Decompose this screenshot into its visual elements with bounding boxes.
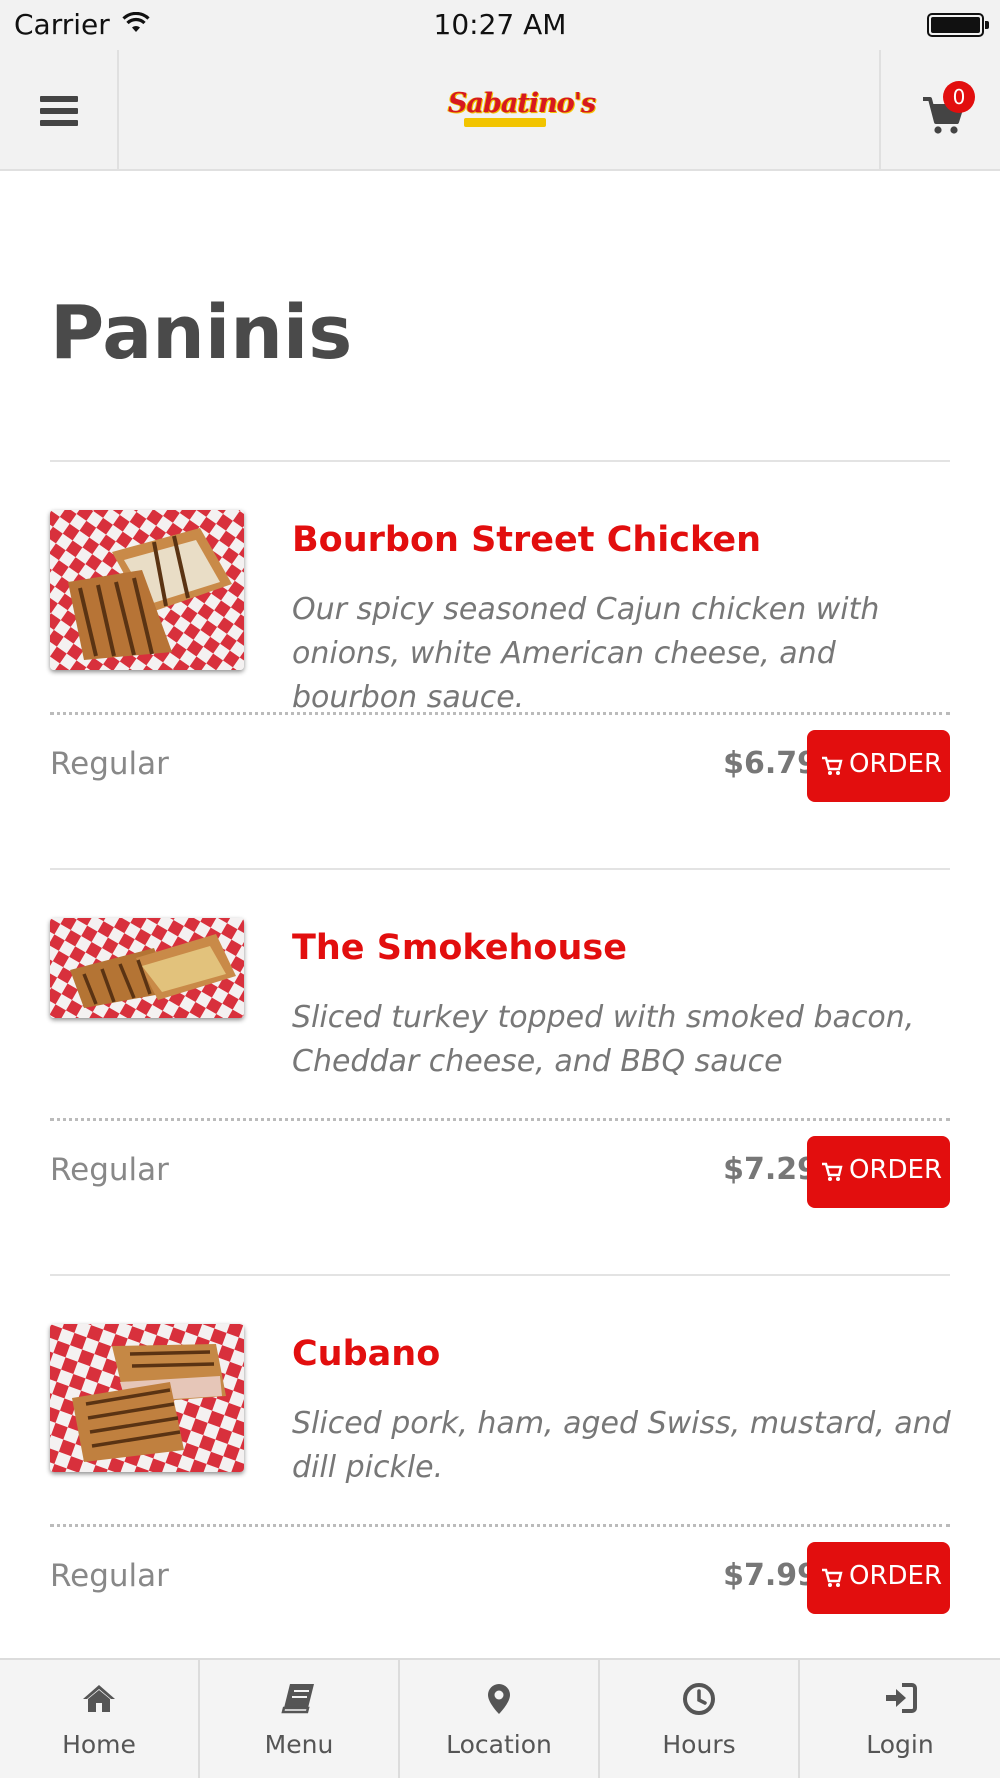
tab-login[interactable]: Login — [800, 1660, 1000, 1778]
divider — [50, 868, 950, 870]
price: $7.29 — [723, 1152, 818, 1187]
cart-button[interactable]: 0 — [879, 50, 1000, 169]
menu-item: Bourbon Street Chicken Our spicy seasone… — [50, 510, 950, 870]
clock-icon — [683, 1683, 715, 1715]
order-button[interactable]: ORDER — [807, 730, 950, 802]
size-label: Regular — [50, 1152, 169, 1188]
tab-label: Menu — [264, 1730, 334, 1759]
cart-count-badge: 0 — [943, 81, 975, 113]
logo-text: Sabatino's — [448, 88, 596, 119]
cart-icon — [822, 756, 843, 775]
order-button-label: ORDER — [849, 1561, 943, 1591]
tab-label: Login — [866, 1730, 934, 1759]
tab-location[interactable]: Location — [400, 1660, 600, 1778]
size-label: Regular — [50, 1558, 169, 1594]
book-icon — [281, 1684, 314, 1714]
menu-button[interactable] — [0, 50, 119, 169]
item-photo[interactable] — [50, 510, 244, 670]
tab-label: Hours — [662, 1730, 736, 1759]
tab-menu[interactable]: Menu — [200, 1660, 400, 1778]
cart-icon — [822, 1162, 843, 1181]
item-description: Our spicy seasoned Cajun chicken with on… — [292, 592, 880, 715]
dotted-divider — [50, 712, 950, 715]
price: $7.99 — [723, 1558, 818, 1593]
item-photo[interactable] — [50, 1324, 244, 1472]
home-icon — [83, 1685, 115, 1712]
tab-label: Location — [446, 1730, 552, 1759]
price: $6.79 — [723, 746, 818, 781]
bottom-tab-bar: Home Menu Location Hours Login — [0, 1658, 1000, 1778]
app-header: Sabatino's 0 — [0, 50, 1000, 171]
item-name[interactable]: Bourbon Street Chicken — [292, 520, 942, 560]
page-title: Paninis — [50, 290, 353, 376]
status-bar: Carrier 10:27 AM — [0, 0, 1000, 50]
item-name[interactable]: Cubano — [292, 1334, 942, 1374]
battery-icon — [927, 13, 989, 37]
brand-logo[interactable]: Sabatino's — [448, 88, 596, 134]
item-photo[interactable] — [50, 918, 244, 1018]
order-button-label: ORDER — [849, 1155, 943, 1185]
item-name[interactable]: The Smokehouse — [292, 928, 942, 968]
size-label: Regular — [50, 746, 169, 782]
status-time: 10:27 AM — [433, 8, 567, 41]
divider — [50, 460, 950, 462]
dotted-divider — [50, 1118, 950, 1121]
map-pin-icon — [488, 1684, 510, 1714]
menu-item: Cubano Sliced pork, ham, aged Swiss, mus… — [50, 1324, 951, 1684]
dotted-divider — [50, 1524, 950, 1527]
hamburger-icon — [40, 96, 78, 126]
order-button[interactable]: ORDER — [807, 1542, 950, 1614]
order-button-label: ORDER — [849, 749, 943, 779]
order-button[interactable]: ORDER — [807, 1136, 950, 1208]
item-description: Sliced turkey topped with smoked bacon, … — [292, 1000, 915, 1079]
tab-hours[interactable]: Hours — [600, 1660, 800, 1778]
tab-label: Home — [62, 1730, 136, 1759]
menu-item: The Smokehouse Sliced turkey topped with… — [50, 918, 950, 1278]
item-description: Sliced pork, ham, aged Swiss, mustard, a… — [292, 1406, 951, 1485]
tab-home[interactable]: Home — [0, 1660, 200, 1778]
sign-in-icon — [886, 1683, 917, 1713]
divider — [50, 1274, 950, 1276]
cart-icon — [822, 1568, 843, 1587]
